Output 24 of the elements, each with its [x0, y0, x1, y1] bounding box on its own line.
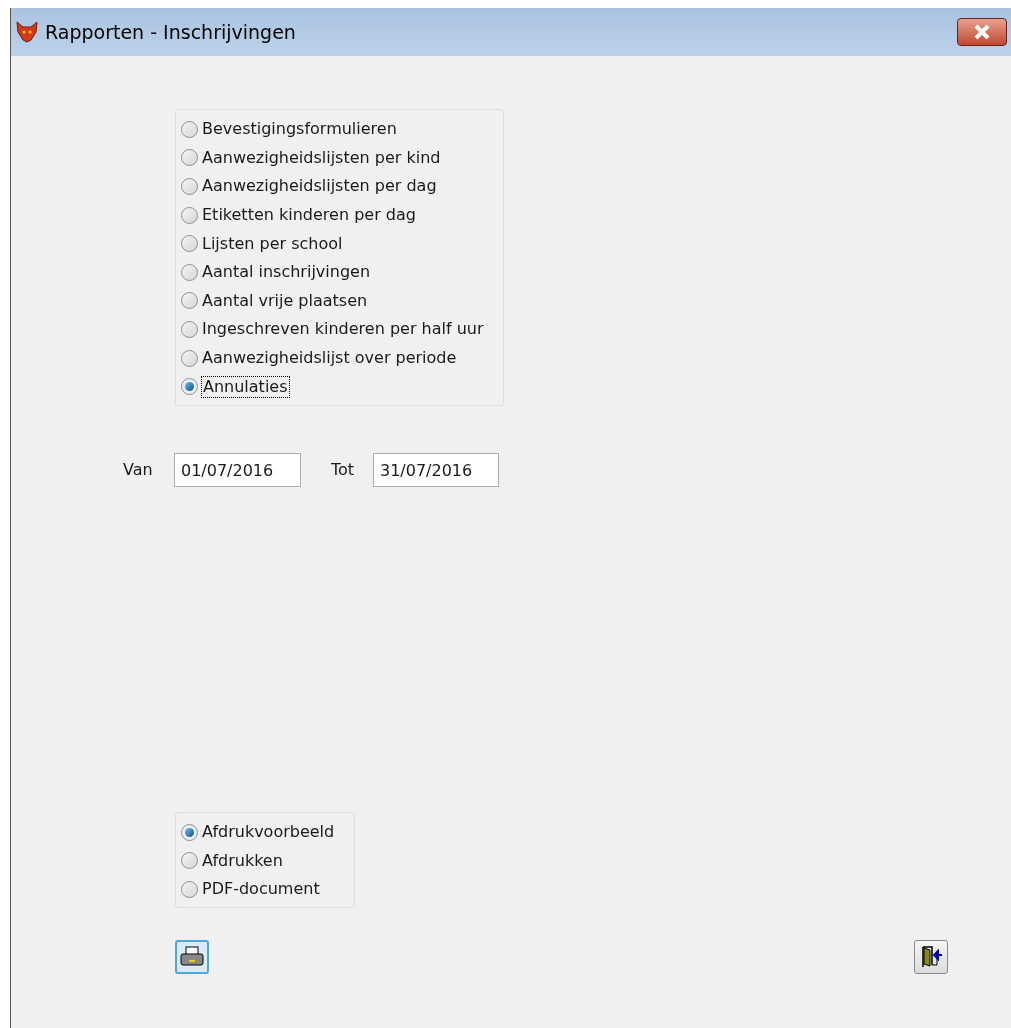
from-label: Van: [123, 459, 154, 481]
radio-option[interactable]: PDF-document: [181, 875, 321, 904]
from-date-field[interactable]: 01/07/2016: [174, 453, 301, 487]
radio-option[interactable]: Afdrukken: [181, 846, 284, 876]
radio-option[interactable]: Lijsten per school: [181, 229, 344, 258]
exit-button[interactable]: [914, 940, 948, 974]
radio-option[interactable]: Aanwezigheidslijsten per dag: [181, 172, 438, 201]
to-date-field[interactable]: 31/07/2016: [373, 453, 499, 487]
window-title: Rapporten - Inschrijvingen: [45, 19, 296, 45]
radio-option[interactable]: Aanwezigheidslijst over periode: [181, 343, 458, 373]
radio-option[interactable]: Afdrukvoorbeeld: [181, 818, 336, 847]
radio-option[interactable]: Aantal inschrijvingen: [181, 257, 372, 287]
fox-icon: [15, 20, 39, 44]
to-label: Tot: [331, 459, 356, 481]
radio-option[interactable]: Aanwezigheidslijsten per kind: [181, 143, 442, 173]
close-button[interactable]: [957, 18, 1007, 46]
radio-option[interactable]: Aantal vrije plaatsen: [181, 286, 369, 316]
print-button[interactable]: [175, 940, 209, 974]
radio-option[interactable]: Etiketten kinderen per dag: [181, 200, 417, 230]
radio-option[interactable]: Ingeschreven kinderen per half uur: [181, 315, 485, 344]
printer-icon: [180, 946, 204, 968]
exit-door-icon: [919, 945, 943, 969]
close-icon: [973, 24, 991, 40]
radio-option[interactable]: Bevestigingsformulieren: [181, 115, 398, 144]
